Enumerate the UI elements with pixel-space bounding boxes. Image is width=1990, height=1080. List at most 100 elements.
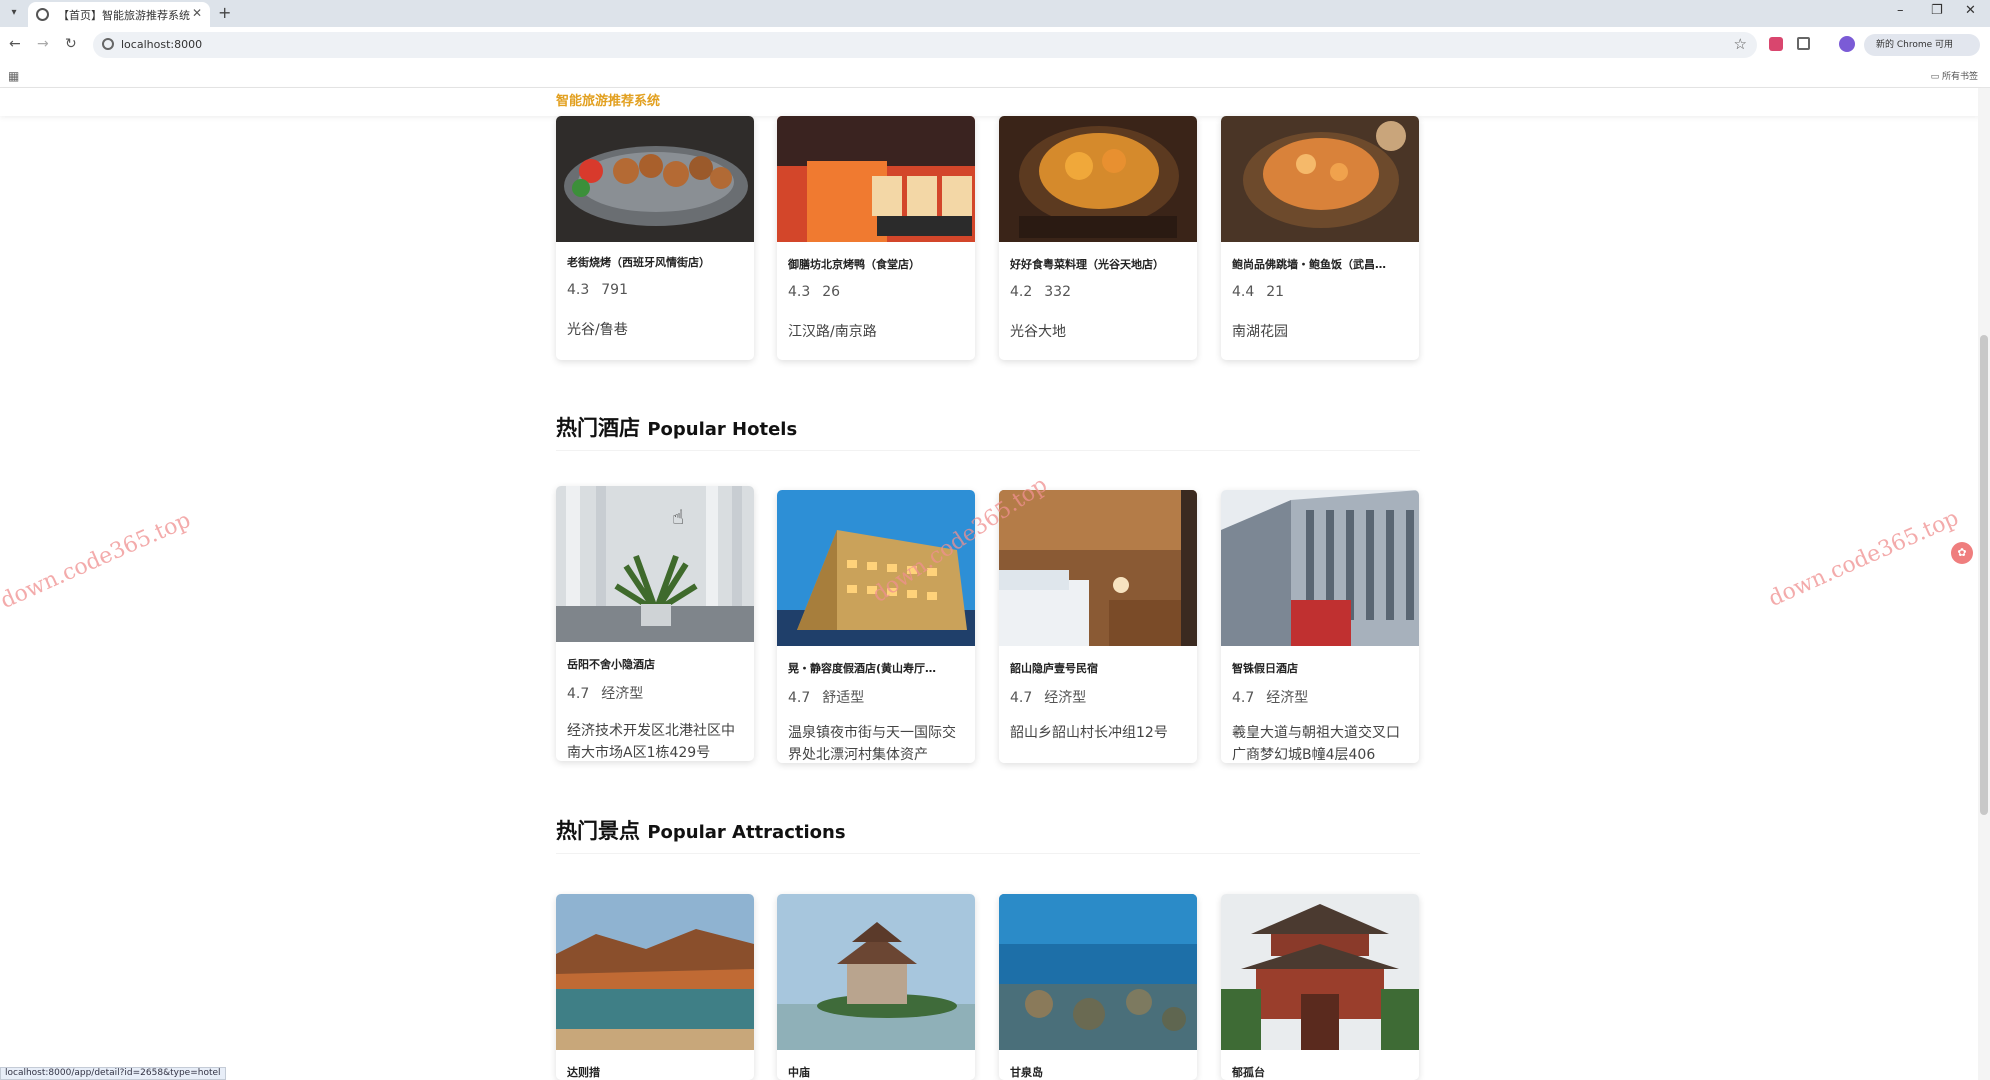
- status-bar-url: localhost:8000/app/detail?id=2658&type=h…: [0, 1067, 226, 1080]
- food-card[interactable]: 御膳坊北京烤鸭（食堂店） 4.3 26 江汉路/南京路: [777, 116, 975, 360]
- globe-icon: [36, 8, 49, 21]
- hotel-address: 温泉镇夜市街与天一国际交界处北漂河村集体资产: [788, 725, 956, 762]
- hotel-meta: 4.7 经济型: [567, 683, 643, 703]
- hotels-section-title: 热门酒店 Popular Hotels: [556, 412, 797, 442]
- tab-close-icon[interactable]: ✕: [192, 6, 202, 20]
- food-name: 老街烧烤（西班牙风情街店）: [567, 256, 710, 269]
- hotel-address: 经济技术开发区北港社区中南大市场A区1栋429号: [567, 723, 735, 760]
- tab-title: 【首页】智能旅游推荐系统: [58, 9, 190, 22]
- site-header: 智能旅游推荐系统: [0, 88, 1980, 116]
- food-area: 江汉路/南京路: [788, 324, 877, 340]
- attraction-card[interactable]: 郁孤台: [1221, 894, 1419, 1080]
- food-rating: 4.3: [788, 284, 811, 300]
- profile-avatar[interactable]: [1839, 36, 1855, 52]
- hotel-card[interactable]: 韶山隐庐壹号民宿 4.7 经济型 韶山乡韶山村长冲组12号: [999, 490, 1197, 763]
- browser-tab[interactable]: 【首页】智能旅游推荐系统 ✕: [28, 2, 210, 27]
- food-area: 光谷大地: [1010, 324, 1066, 340]
- hotel-name: 韶山隐庐壹号民宿: [1010, 662, 1098, 675]
- attraction-name: 郁孤台: [1232, 1066, 1265, 1079]
- attractions-title-cn: 热门景点: [556, 819, 640, 843]
- food-image: [999, 116, 1197, 242]
- url-text[interactable]: localhost:8000: [121, 38, 202, 51]
- attraction-card[interactable]: 中庙: [777, 894, 975, 1080]
- food-review-count: 21: [1266, 284, 1285, 300]
- attractions-section-title: 热门景点 Popular Attractions: [556, 815, 846, 845]
- hotel-meta: 4.7 舒适型: [788, 687, 864, 707]
- attraction-name: 达则措: [567, 1066, 600, 1079]
- food-image: [1221, 116, 1419, 242]
- food-name: 御膳坊北京烤鸭（食堂店）: [788, 258, 920, 271]
- food-card[interactable]: 好好食粤菜料理（光谷天地店） 4.2 332 光谷大地: [999, 116, 1197, 360]
- food-card[interactable]: 鲍尚品佛跳墙・鲍鱼饭（武昌… 4.4 21 南湖花园: [1221, 116, 1419, 360]
- reload-icon[interactable]: ↻: [65, 36, 77, 52]
- address-bar[interactable]: localhost:8000 ☆: [93, 32, 1757, 58]
- site-info-icon[interactable]: [102, 38, 114, 50]
- extension-icon[interactable]: [1769, 37, 1783, 51]
- forward-arrow-icon[interactable]: →: [37, 36, 49, 52]
- hotel-rating: 4.7: [1232, 690, 1255, 706]
- minimize-button[interactable]: –: [1897, 3, 1904, 18]
- attraction-image: [556, 894, 754, 1050]
- food-meta: 4.3 26: [788, 284, 840, 300]
- hotel-image: [1221, 490, 1419, 646]
- food-review-count: 791: [601, 282, 628, 298]
- attraction-image: [777, 894, 975, 1050]
- apps-grid-icon[interactable]: ▦: [8, 69, 19, 83]
- food-review-count: 26: [822, 284, 841, 300]
- section-divider: [556, 853, 1420, 854]
- section-divider: [556, 450, 1420, 451]
- window-close-button[interactable]: ✕: [1965, 3, 1976, 18]
- food-image: [777, 116, 975, 242]
- address-toolbar: ← → ↻ localhost:8000 ☆ 新的 Chrome 可用: [0, 27, 1990, 63]
- floating-helper-button[interactable]: ✿: [1951, 542, 1973, 564]
- food-area: 南湖花园: [1232, 324, 1288, 340]
- maximize-button[interactable]: ❐: [1931, 3, 1943, 18]
- bookmark-star-icon[interactable]: ☆: [1734, 35, 1747, 53]
- scrollbar-thumb[interactable]: [1980, 335, 1988, 815]
- attractions-title-en: Popular Attractions: [647, 822, 846, 843]
- bookmarks-bar: ▦ ▭ 所有书签: [0, 63, 1990, 88]
- hotel-card[interactable]: 智铢假日酒店 4.7 经济型 羲皇大道与朝祖大道交叉口广商梦幻城B幢4层406: [1221, 490, 1419, 763]
- mouse-cursor-icon: ☝: [672, 505, 685, 529]
- attraction-card[interactable]: 甘泉岛: [999, 894, 1197, 1080]
- watermark: down.code365.top: [0, 507, 195, 614]
- hotel-rating: 4.7: [1010, 690, 1033, 706]
- hotel-image: [556, 486, 754, 642]
- food-rating: 4.2: [1010, 284, 1033, 300]
- site-logo[interactable]: 智能旅游推荐系统: [556, 90, 660, 109]
- hotel-rating: 4.7: [788, 690, 811, 706]
- hotel-meta: 4.7 经济型: [1010, 687, 1086, 707]
- tab-search-icon[interactable]: ▾: [6, 5, 22, 21]
- food-area: 光谷/鲁巷: [567, 322, 628, 338]
- hotel-card[interactable]: 晃・静容度假酒店(黄山寿厅… 4.7 舒适型 温泉镇夜市街与天一国际交界处北漂河村…: [777, 490, 975, 763]
- food-meta: 4.2 332: [1010, 284, 1071, 300]
- attraction-card[interactable]: 达则措: [556, 894, 754, 1080]
- hotel-image: [999, 490, 1197, 646]
- hotel-address: 韶山乡韶山村长冲组12号: [1010, 725, 1168, 741]
- browser-tab-strip: ▾ 【首页】智能旅游推荐系统 ✕ + – ❐ ✕: [0, 0, 1990, 27]
- hotel-meta: 4.7 经济型: [1232, 687, 1308, 707]
- all-bookmarks-label: 所有书签: [1941, 72, 1978, 82]
- chrome-update-button[interactable]: 新的 Chrome 可用: [1864, 34, 1980, 56]
- hotel-image: [777, 490, 975, 646]
- attraction-name: 甘泉岛: [1010, 1066, 1043, 1079]
- attraction-name: 中庙: [788, 1066, 810, 1079]
- hotel-type: 经济型: [601, 686, 644, 702]
- all-bookmarks-folder[interactable]: ▭ 所有书签: [1931, 69, 1978, 82]
- hotels-title-en: Popular Hotels: [647, 419, 798, 440]
- hotel-type: 舒适型: [822, 690, 865, 706]
- hotel-type: 经济型: [1266, 690, 1309, 706]
- hotel-rating: 4.7: [567, 686, 590, 702]
- food-card[interactable]: 老街烧烤（西班牙风情街店） 4.3 791 光谷/鲁巷: [556, 116, 754, 360]
- hotel-card[interactable]: 岳阳不舍小隐酒店 4.7 经济型 经济技术开发区北港社区中南大市场A区1栋429号: [556, 486, 754, 761]
- food-meta: 4.3 791: [567, 282, 628, 298]
- food-name: 鲍尚品佛跳墙・鲍鱼饭（武昌…: [1232, 258, 1386, 271]
- food-image: [556, 116, 754, 242]
- back-arrow-icon[interactable]: ←: [9, 36, 21, 52]
- new-tab-button[interactable]: +: [218, 3, 231, 22]
- hotel-name: 岳阳不舍小隐酒店: [567, 658, 655, 671]
- food-meta: 4.4 21: [1232, 284, 1284, 300]
- attraction-image: [999, 894, 1197, 1050]
- hotel-name: 晃・静容度假酒店(黄山寿厅…: [788, 662, 937, 675]
- extensions-puzzle-icon[interactable]: [1797, 37, 1810, 50]
